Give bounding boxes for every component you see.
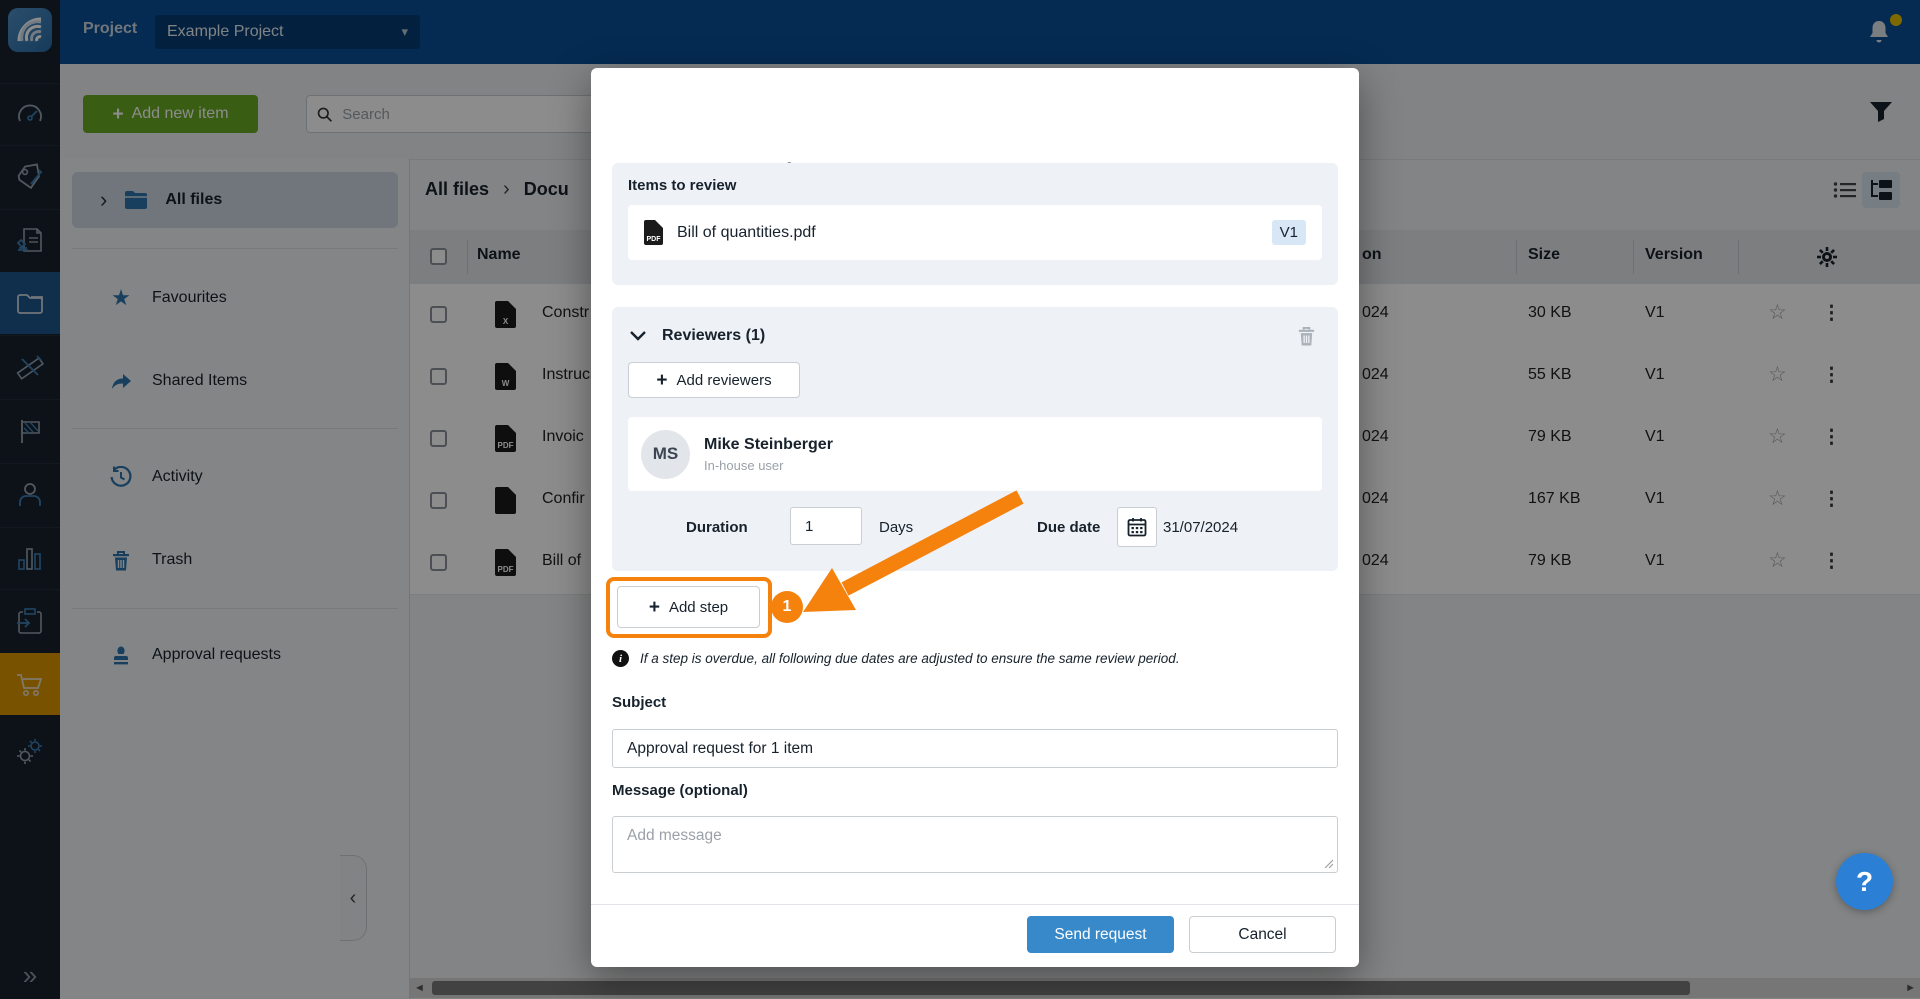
items-to-review-label: Items to review [628, 177, 736, 194]
subject-label: Subject [612, 694, 666, 711]
modal-footer-divider [591, 904, 1359, 905]
filetype-label: PDF [647, 236, 661, 243]
items-to-review-section: Items to review PDF Bill of quantities.p… [612, 163, 1338, 285]
info-note-text: If a step is overdue, all following due … [640, 651, 1180, 666]
help-button[interactable]: ? [1836, 853, 1893, 910]
trash-icon [1297, 325, 1316, 346]
due-date-label: Due date [1037, 519, 1100, 536]
pdf-file-icon: PDF [644, 220, 663, 245]
duration-label: Duration [686, 519, 748, 536]
reviewers-header[interactable]: Reviewers (1) [630, 327, 765, 345]
review-item-name: Bill of quantities.pdf [677, 224, 1258, 242]
reviewer-subtitle: In-house user [704, 458, 833, 473]
textarea-resize-handle[interactable] [1323, 858, 1333, 868]
app-window: » Project Example Project ▾ + Add new it… [0, 0, 1920, 999]
delete-step-button[interactable] [1297, 325, 1316, 346]
send-request-button[interactable]: Send request [1027, 916, 1174, 953]
plus-icon: + [656, 371, 667, 390]
due-date-picker-button[interactable] [1117, 507, 1157, 547]
info-note: i If a step is overdue, all following du… [612, 650, 1332, 667]
annotation-highlight-box [606, 577, 772, 638]
avatar: MS [641, 430, 690, 479]
reviewer-name: Mike Steinberger [704, 436, 833, 454]
annotation-step-badge: 1 [771, 591, 803, 623]
subject-input[interactable] [612, 729, 1338, 768]
duration-unit: Days [879, 519, 913, 536]
review-item-row: PDF Bill of quantities.pdf V1 [628, 205, 1322, 260]
duration-input[interactable] [790, 507, 862, 545]
duration-row: Duration Days Due date 31/07/2024 [612, 507, 1338, 557]
request-approval-modal: Request approval × Items to review PDF B… [591, 68, 1359, 967]
due-date-value: 31/07/2024 [1163, 519, 1238, 536]
message-input[interactable] [612, 816, 1338, 873]
info-icon: i [612, 650, 629, 667]
message-label: Message (optional) [612, 782, 748, 799]
add-reviewers-label: Add reviewers [677, 372, 772, 389]
reviewers-step-section: Reviewers (1) + Add reviewers MS Mike St… [612, 307, 1338, 571]
cancel-button[interactable]: Cancel [1189, 916, 1336, 953]
version-badge: V1 [1272, 220, 1306, 245]
reviewers-header-label: Reviewers (1) [662, 327, 765, 345]
reviewer-card: MS Mike Steinberger In-house user [628, 417, 1322, 491]
chevron-down-icon [630, 331, 646, 341]
calendar-icon [1127, 517, 1147, 537]
add-reviewers-button[interactable]: + Add reviewers [628, 362, 800, 398]
